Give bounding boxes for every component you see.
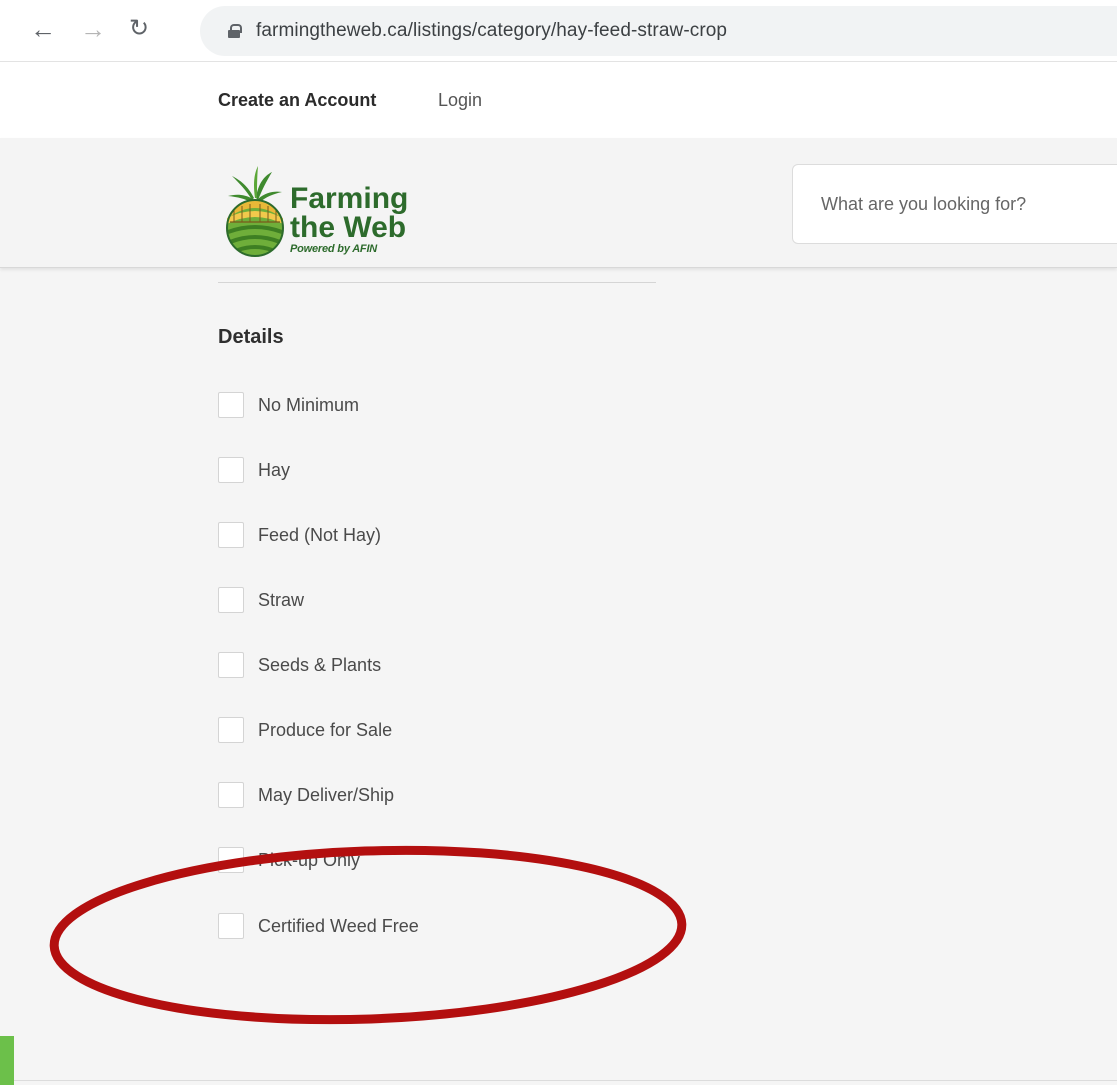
filter-option[interactable]: Certified Weed Free [218, 911, 419, 941]
logo-title-line1: Farming [290, 182, 409, 215]
filter-label[interactable]: May Deliver/Ship [258, 785, 394, 806]
browser-toolbar: ← → ↻ farmingtheweb.ca/listings/category… [0, 0, 1117, 62]
filter-label[interactable]: Pick-up Only [258, 850, 360, 871]
checkbox[interactable] [218, 652, 244, 678]
site-logo[interactable]: Farming the Web Powered by AFIN [218, 158, 438, 258]
filter-label[interactable]: Certified Weed Free [258, 916, 419, 937]
address-bar[interactable]: farmingtheweb.ca/listings/category/hay-f… [200, 6, 1117, 56]
create-account-link[interactable]: Create an Account [218, 90, 376, 111]
filter-label[interactable]: Seeds & Plants [258, 655, 381, 676]
checkbox[interactable] [218, 717, 244, 743]
green-edge-fragment [0, 1036, 14, 1085]
section-divider [218, 282, 656, 283]
checkbox[interactable] [218, 847, 244, 873]
logo-title-line2: the Web [290, 211, 407, 244]
filter-option[interactable]: May Deliver/Ship [218, 780, 394, 810]
filter-option[interactable]: Feed (Not Hay) [218, 520, 381, 550]
lock-icon[interactable] [228, 24, 242, 38]
checkbox[interactable] [218, 913, 244, 939]
checkbox[interactable] [218, 392, 244, 418]
filter-section-title: Details [218, 326, 284, 348]
url-text[interactable]: farmingtheweb.ca/listings/category/hay-f… [256, 20, 727, 42]
filter-option[interactable]: Pick-up Only [218, 845, 360, 875]
filter-label[interactable]: No Minimum [258, 395, 359, 416]
filter-option[interactable]: Hay [218, 455, 290, 485]
logo-tagline: Powered by AFIN [290, 243, 378, 255]
checkbox[interactable] [218, 782, 244, 808]
reload-icon[interactable]: ↻ [124, 14, 154, 44]
filter-option[interactable]: Produce for Sale [218, 715, 392, 745]
filter-label[interactable]: Produce for Sale [258, 720, 392, 741]
arrow-left-icon[interactable]: ← [28, 14, 58, 44]
login-link[interactable]: Login [438, 90, 482, 111]
filter-label[interactable]: Hay [258, 460, 290, 481]
filter-label[interactable]: Straw [258, 590, 304, 611]
farm-globe-icon [226, 166, 284, 257]
filter-option[interactable]: Seeds & Plants [218, 650, 381, 680]
filter-option[interactable]: No Minimum [218, 390, 359, 420]
site-header: Farming the Web Powered by AFIN [0, 138, 1117, 268]
checkbox[interactable] [218, 522, 244, 548]
filter-label[interactable]: Feed (Not Hay) [258, 525, 381, 546]
filter-option[interactable]: Straw [218, 585, 304, 615]
checkbox[interactable] [218, 457, 244, 483]
arrow-right-icon[interactable]: → [78, 14, 108, 44]
bottom-divider [14, 1080, 1117, 1081]
search-input[interactable] [792, 164, 1117, 244]
checkbox[interactable] [218, 587, 244, 613]
account-bar: Create an Account Login [0, 62, 1117, 138]
